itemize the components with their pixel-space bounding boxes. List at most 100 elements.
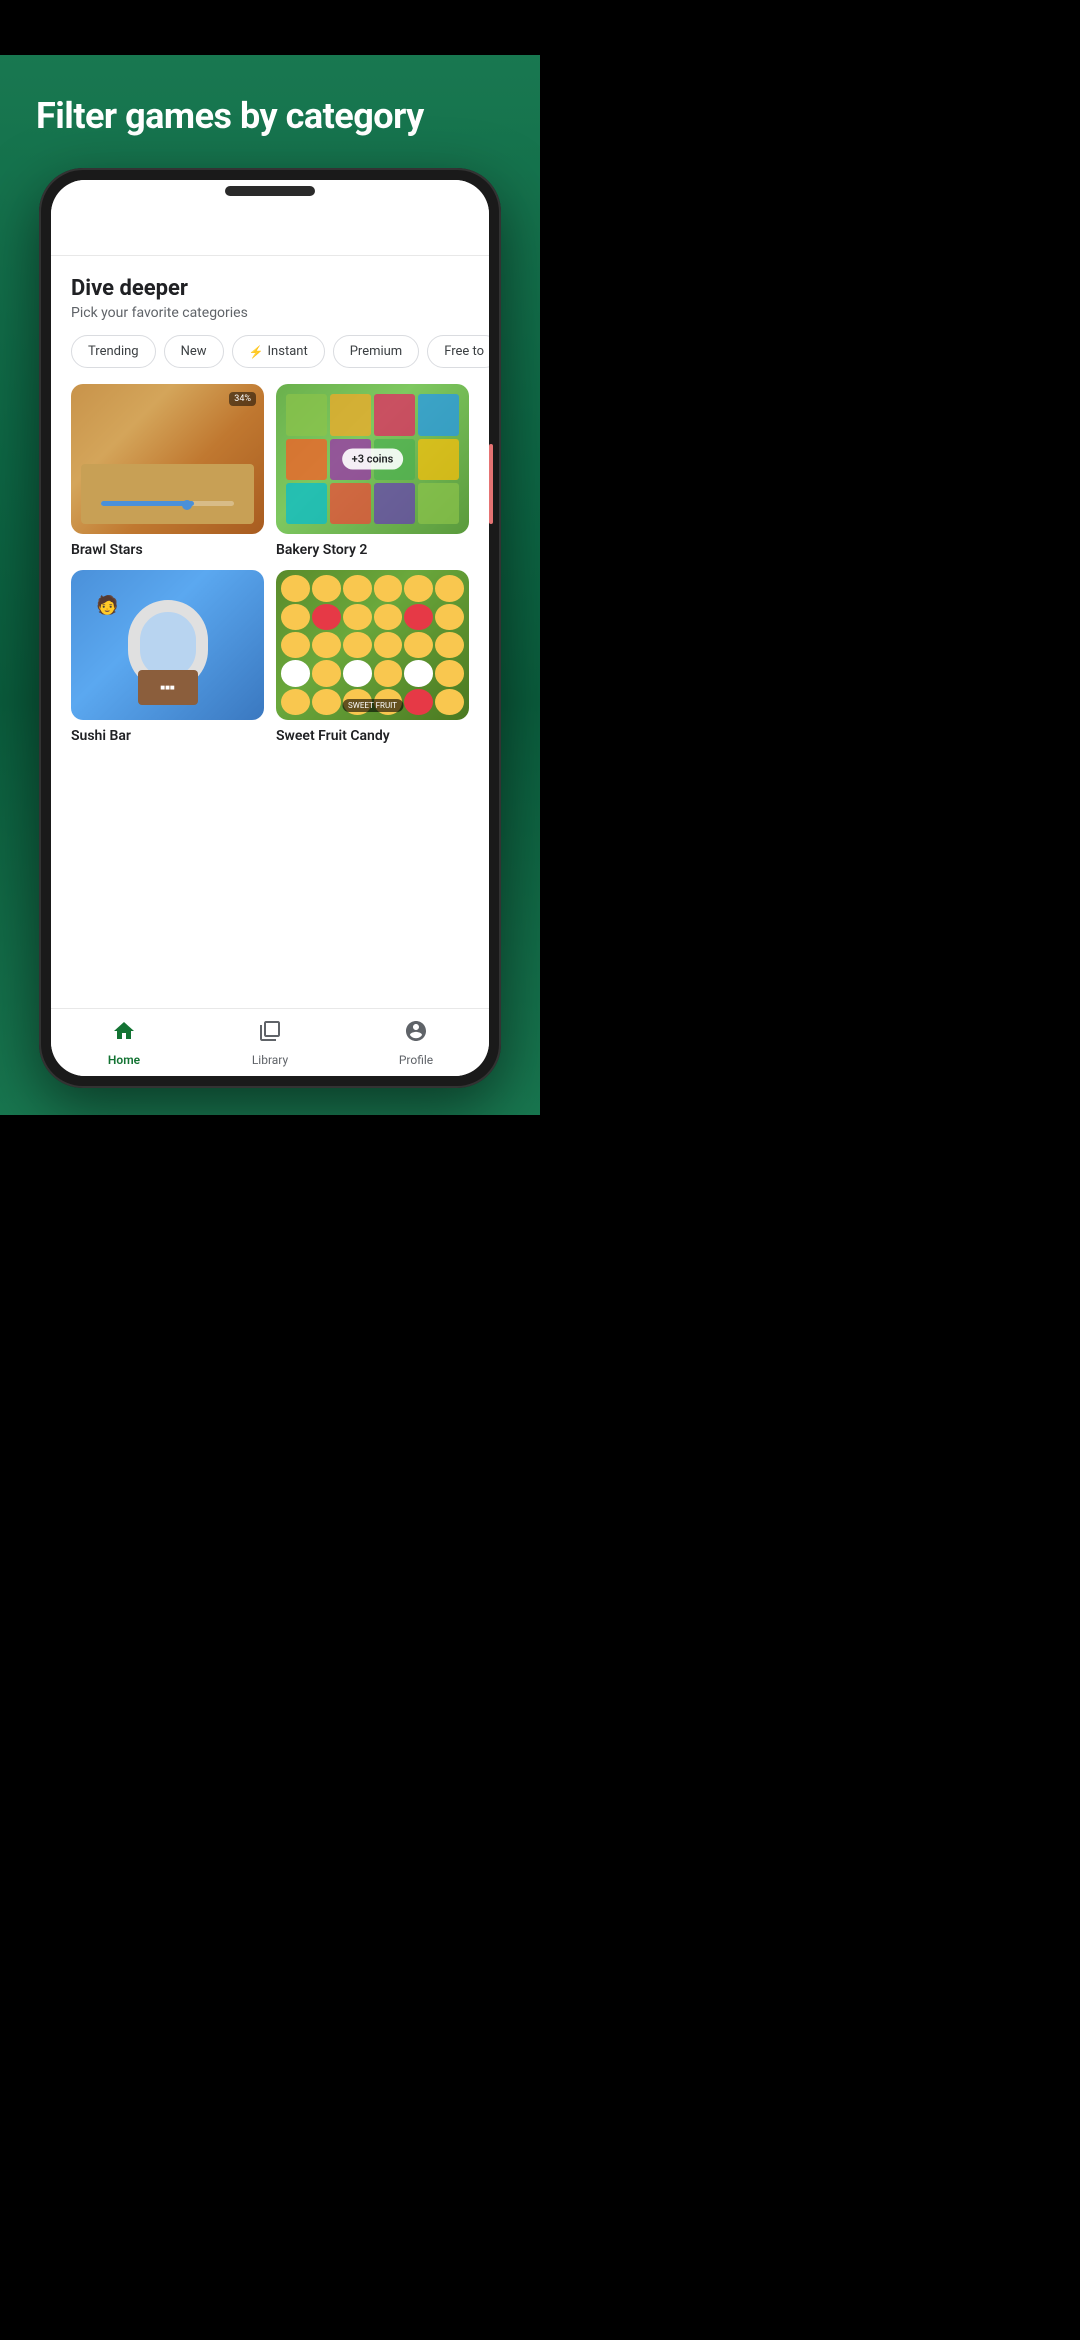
sushi-character: 🧑 <box>96 595 118 616</box>
filter-chips-row: Trending New ⚡ Instant Premium <box>51 335 489 384</box>
chip-premium[interactable]: Premium <box>333 335 420 368</box>
brawl-progress-fill <box>101 501 194 506</box>
library-icon <box>258 1019 282 1049</box>
nav-item-home[interactable]: Home <box>51 1019 197 1067</box>
candy-cell <box>281 660 310 686</box>
chip-free[interactable]: Free to <box>427 335 489 368</box>
game-thumbnail-sushi-bar: 🧑 ■■■ <box>71 570 264 720</box>
bottom-navigation: Home Library <box>51 1008 489 1076</box>
candy-cell <box>374 632 403 658</box>
chip-free-label: Free to <box>444 344 484 359</box>
candy-cell <box>374 575 403 601</box>
scrollbar[interactable] <box>489 444 493 524</box>
candy-cell <box>343 604 372 630</box>
game-name-sushi-bar: Sushi Bar <box>71 728 264 744</box>
candy-cell <box>281 575 310 601</box>
bakery-cell <box>286 483 327 524</box>
bakery-background: +3 coins <box>276 384 469 534</box>
candy-grid <box>281 575 464 715</box>
candy-cell <box>435 632 464 658</box>
screen-main: Dive deeper Pick your favorite categorie… <box>51 256 489 1008</box>
profile-icon <box>404 1019 428 1049</box>
game-card-sweet-fruit[interactable]: SWEET FRUIT Sweet Fruit Candy <box>276 570 469 744</box>
sushi-background: 🧑 ■■■ <box>71 570 264 720</box>
lightning-icon: ⚡ <box>249 345 264 359</box>
candy-cell <box>281 604 310 630</box>
game-thumbnail-sweet-fruit: SWEET FRUIT <box>276 570 469 720</box>
sushi-counter: ■■■ <box>138 670 198 705</box>
candy-cell <box>343 660 372 686</box>
candy-cell <box>435 604 464 630</box>
candy-cell <box>281 632 310 658</box>
bakery-cell <box>330 394 371 435</box>
game-name-bakery-story: Bakery Story 2 <box>276 542 469 558</box>
candy-cell <box>404 575 433 601</box>
bottom-status-bar <box>0 1115 540 1170</box>
chip-trending-label: Trending <box>88 344 139 359</box>
nav-label-home: Home <box>108 1053 140 1067</box>
phone-status-bar <box>51 180 489 212</box>
outer-background: Filter games by category Dive deeper <box>0 0 540 1170</box>
candy-cell <box>374 604 403 630</box>
nav-item-profile[interactable]: Profile <box>343 1019 489 1067</box>
bakery-cell <box>418 394 459 435</box>
home-icon <box>112 1019 136 1049</box>
candy-cell <box>374 660 403 686</box>
game-thumbnail-brawl-stars: 34% 🧍 <box>71 384 264 534</box>
game-card-sushi-bar[interactable]: 🧑 ■■■ Sushi Bar <box>71 570 264 744</box>
section-subtitle: Pick your favorite categories <box>71 305 469 321</box>
top-status-bar <box>0 0 540 55</box>
section-title: Dive deeper <box>71 276 469 301</box>
phone-frame: Dive deeper Pick your favorite categorie… <box>39 168 501 1088</box>
phone-notch <box>225 186 315 196</box>
chip-instant[interactable]: ⚡ Instant <box>232 335 325 368</box>
candy-cell <box>404 689 433 715</box>
bakery-cell <box>286 394 327 435</box>
game-thumbnail-bakery-story: +3 coins <box>276 384 469 534</box>
candy-cell <box>281 689 310 715</box>
sweet-background: SWEET FRUIT <box>276 570 469 720</box>
phone-content: Dive deeper Pick your favorite categorie… <box>51 256 489 1076</box>
candy-cell <box>312 689 341 715</box>
candy-cell <box>435 689 464 715</box>
bakery-cell <box>286 439 327 480</box>
hero-title: Filter games by category <box>36 95 504 138</box>
brawl-ground <box>81 464 254 524</box>
candy-cell <box>343 632 372 658</box>
chip-new[interactable]: New <box>164 335 224 368</box>
chip-instant-label: Instant <box>268 344 308 359</box>
chip-trending[interactable]: Trending <box>71 335 156 368</box>
candy-cell <box>435 660 464 686</box>
bakery-cell <box>374 483 415 524</box>
brawl-badge: 34% <box>229 392 256 406</box>
phone-wrapper: Dive deeper Pick your favorite categorie… <box>25 168 515 1115</box>
candy-cell <box>435 575 464 601</box>
screen-top-bar <box>51 212 489 256</box>
section-header: Dive deeper Pick your favorite categorie… <box>51 276 489 335</box>
bakery-cell <box>418 483 459 524</box>
sushi-counter-display: ■■■ <box>160 683 175 692</box>
chip-new-label: New <box>181 344 207 359</box>
brawl-background: 34% 🧍 <box>71 384 264 534</box>
candy-cell <box>312 604 341 630</box>
bakery-coins-badge: +3 coins <box>342 449 404 470</box>
nav-label-profile: Profile <box>399 1053 433 1067</box>
candy-cell <box>312 632 341 658</box>
candy-cell <box>312 575 341 601</box>
nav-label-library: Library <box>252 1053 288 1067</box>
hero-section: Filter games by category <box>0 55 540 168</box>
chip-premium-label: Premium <box>350 344 403 359</box>
game-name-sweet-fruit: Sweet Fruit Candy <box>276 728 469 744</box>
bakery-cell <box>374 394 415 435</box>
game-card-brawl-stars[interactable]: 34% 🧍 <box>71 384 264 558</box>
candy-cell <box>312 660 341 686</box>
phone-screen: Dive deeper Pick your favorite categorie… <box>51 180 489 1076</box>
game-card-bakery-story[interactable]: +3 coins Bakery Story 2 <box>276 384 469 558</box>
brawl-dot <box>182 500 192 510</box>
candy-cell <box>404 632 433 658</box>
nav-item-library[interactable]: Library <box>197 1019 343 1067</box>
candy-cell <box>404 660 433 686</box>
candy-cell <box>343 575 372 601</box>
sweet-fruit-label: SWEET FRUIT <box>342 699 403 712</box>
bakery-cell <box>330 483 371 524</box>
